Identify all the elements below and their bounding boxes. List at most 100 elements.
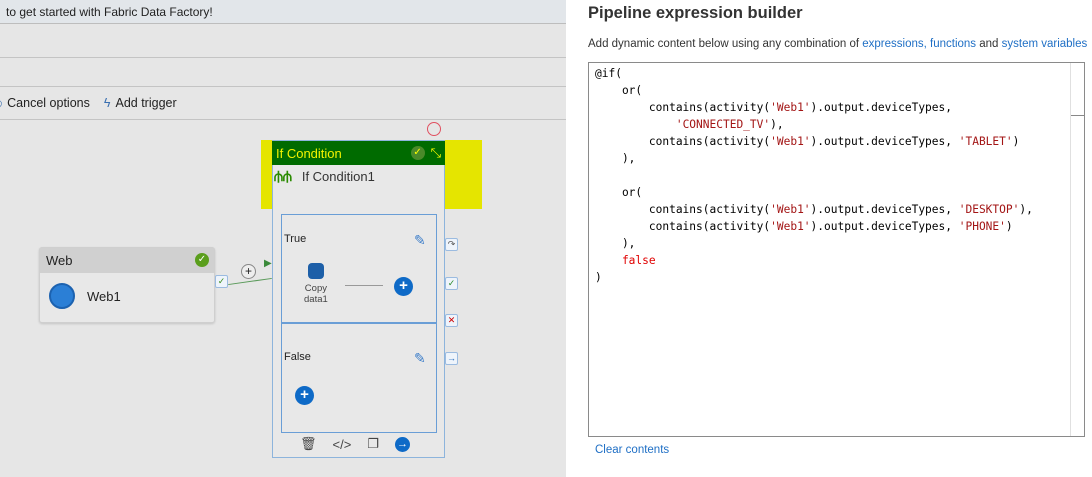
activity-name: If Condition1	[301, 169, 375, 184]
delete-icon[interactable]: 🗑	[300, 436, 317, 452]
activity-name-line1: Copy	[304, 283, 327, 294]
false-branch[interactable]: False ✎ +	[281, 322, 437, 433]
pipeline-toolbar: ⦸ Cancel options ϟ Add trigger	[0, 92, 177, 114]
add-activity-icon[interactable]: +	[241, 264, 256, 279]
branch-label: True	[284, 233, 307, 245]
on-skip-handle[interactable]: ↷	[445, 238, 458, 251]
panel-description: Add dynamic content below using any comb…	[588, 38, 1087, 50]
code-line: contains(activity('Web1').output.deviceT…	[595, 218, 1084, 235]
code-token: contains(activity(	[595, 135, 771, 148]
code-token: 'TABLET'	[958, 135, 1013, 148]
code-token: or(	[595, 84, 643, 97]
code-token: ),	[1019, 203, 1033, 216]
welcome-banner: to get started with Fabric Data Factory!	[0, 0, 566, 24]
code-line: or(	[595, 82, 1084, 99]
success-check-icon: ✓	[410, 146, 425, 160]
web-activity-node[interactable]: Web ✓ Web1	[39, 247, 215, 323]
code-token: ),	[595, 237, 636, 250]
expressions-link[interactable]: expressions,	[862, 38, 927, 50]
code-token: ).output.deviceTypes,	[810, 220, 959, 233]
code-line: ),	[595, 150, 1084, 167]
code-line: 'CONNECTED_TV'),	[595, 116, 1084, 133]
code-token: 'CONNECTED_TV'	[675, 118, 771, 131]
on-success-handle[interactable]: ✓	[445, 277, 458, 290]
banner-text: to get started with Fabric Data Factory!	[6, 5, 213, 19]
add-activity-button[interactable]: +	[394, 277, 413, 296]
cancel-icon: ⦸	[0, 96, 2, 111]
desc-text: and	[976, 38, 1002, 50]
code-token: @if(	[595, 67, 622, 80]
code-token: )	[1005, 220, 1013, 233]
activity-type: If Condition	[276, 145, 342, 161]
edit-pencil-icon[interactable]: ✎	[414, 350, 426, 367]
clear-contents-link[interactable]: Clear contents	[595, 444, 669, 456]
code-line: contains(activity('Web1').output.deviceT…	[595, 133, 1084, 150]
code-token: 'Web1'	[770, 101, 811, 114]
on-success-handle[interactable]: ✓	[215, 275, 228, 288]
lightning-icon: ϟ	[103, 96, 111, 110]
code-token: false	[595, 254, 656, 267]
panel-title: Pipeline expression builder	[588, 4, 803, 22]
on-completion-handle[interactable]: →	[445, 352, 458, 365]
copy-icon[interactable]: ❐	[367, 436, 379, 452]
on-fail-handle[interactable]: ✕	[445, 314, 458, 327]
code-icon[interactable]: </>	[333, 437, 352, 452]
cancel-options-button[interactable]: ⦸ Cancel options	[0, 96, 90, 111]
arrow-line	[345, 285, 383, 286]
expression-editor[interactable]: @if( or( contains(activity('Web1').outpu…	[588, 62, 1085, 437]
add-trigger-button[interactable]: ϟ Add trigger	[104, 96, 177, 110]
go-arrow-icon[interactable]: →	[394, 436, 410, 452]
code-token: ).output.deviceTypes,	[810, 203, 959, 216]
code-line	[595, 167, 1084, 184]
if-condition-icon: ⫛⫛	[274, 168, 292, 185]
add-activity-button[interactable]: +	[295, 386, 314, 405]
success-check-icon: ✓	[195, 253, 209, 267]
connector-line	[228, 277, 272, 286]
branch-label: False	[284, 351, 311, 363]
collapse-icon[interactable]: ⤡	[431, 145, 441, 161]
scrollbar[interactable]	[1070, 63, 1084, 436]
functions-link[interactable]: functions	[930, 38, 976, 50]
code-line: contains(activity('Web1').output.deviceT…	[595, 99, 1084, 116]
system-variables-link[interactable]: system variables	[1002, 38, 1088, 50]
code-line: ),	[595, 235, 1084, 252]
arrow-icon: ▶	[264, 258, 272, 269]
code-token: 'Web1'	[770, 135, 811, 148]
code-token: contains(activity(	[595, 203, 771, 216]
globe-icon	[49, 283, 75, 309]
code-token: contains(activity(	[595, 220, 771, 233]
if-condition-header: If Condition ✓ ⤡	[272, 141, 445, 165]
code-token: contains(activity(	[595, 101, 771, 114]
code-token: ),	[595, 152, 636, 165]
code-token: ).output.deviceTypes,	[810, 135, 959, 148]
code-line: )	[595, 269, 1084, 286]
true-branch[interactable]: True ✎ Copy data1 +	[281, 214, 437, 324]
activity-name: Web1	[87, 288, 121, 304]
add-trigger-label: Add trigger	[115, 96, 177, 110]
code-token: 'Web1'	[770, 220, 811, 233]
copy-data-activity[interactable]: Copy data1	[304, 263, 328, 305]
divider	[0, 57, 566, 58]
code-token: 'DESKTOP'	[958, 203, 1020, 216]
if-condition-title: ⫛⫛ If Condition1	[274, 168, 375, 185]
edit-pencil-icon[interactable]: ✎	[414, 232, 426, 249]
activity-name-line2: data1	[304, 294, 328, 305]
cancel-options-label: Cancel options	[7, 96, 90, 110]
code-token: )	[595, 271, 602, 284]
code-line: @if(	[595, 65, 1084, 82]
code-token: ).output.deviceTypes,	[810, 101, 952, 114]
database-icon	[307, 263, 324, 279]
code-token: 'Web1'	[770, 203, 811, 216]
code-line: or(	[595, 184, 1084, 201]
code-token: )	[1012, 135, 1020, 148]
code-token: ),	[770, 118, 784, 131]
divider	[0, 119, 566, 120]
error-indicator-icon	[427, 122, 441, 136]
code-token: 'PHONE'	[958, 220, 1006, 233]
desc-text: Add dynamic content below using any comb…	[588, 38, 863, 50]
code-line: false	[595, 252, 1084, 269]
activity-type: Web	[46, 253, 73, 268]
code-line: contains(activity('Web1').output.deviceT…	[595, 201, 1084, 218]
